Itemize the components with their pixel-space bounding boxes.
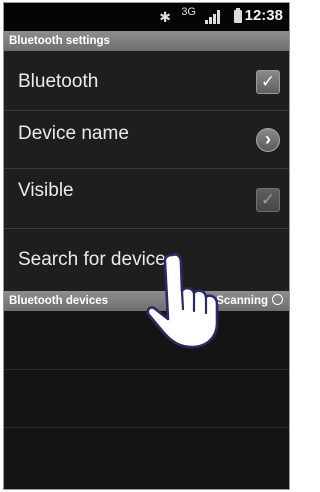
bluetooth-toggle-row[interactable]: Bluetooth ✓ (4, 51, 289, 111)
visible-toggle-row[interactable]: Visible ✓ (4, 169, 289, 229)
list-divider (4, 427, 289, 428)
network-3g-icon: 3G (181, 6, 196, 18)
settings-section-header: Bluetooth settings (4, 31, 289, 51)
list-divider (4, 369, 289, 370)
status-bar: ✱ 3G 12:38 (4, 3, 289, 31)
visible-label: Visible (18, 180, 74, 201)
device-name-label: Device name (18, 123, 129, 144)
visible-checkbox[interactable]: ✓ (256, 188, 280, 212)
bluetooth-label: Bluetooth (18, 71, 99, 92)
status-time: 12:38 (244, 7, 283, 24)
chevron-right-icon[interactable]: › (256, 128, 280, 152)
bluetooth-checkbox[interactable]: ✓ (256, 70, 280, 94)
device-name-row[interactable]: Device name › (4, 111, 289, 169)
phone-screen: ✱ 3G 12:38 Bluetooth settings Bluetooth … (3, 2, 290, 490)
battery-icon (234, 8, 242, 23)
signal-icon (205, 9, 221, 24)
scanning-status: Scanning (216, 291, 283, 311)
spinner-icon (272, 294, 283, 305)
devices-header-label: Bluetooth devices (9, 295, 109, 307)
tap-hand-icon (146, 253, 219, 349)
bluetooth-icon: ✱ (159, 9, 171, 25)
